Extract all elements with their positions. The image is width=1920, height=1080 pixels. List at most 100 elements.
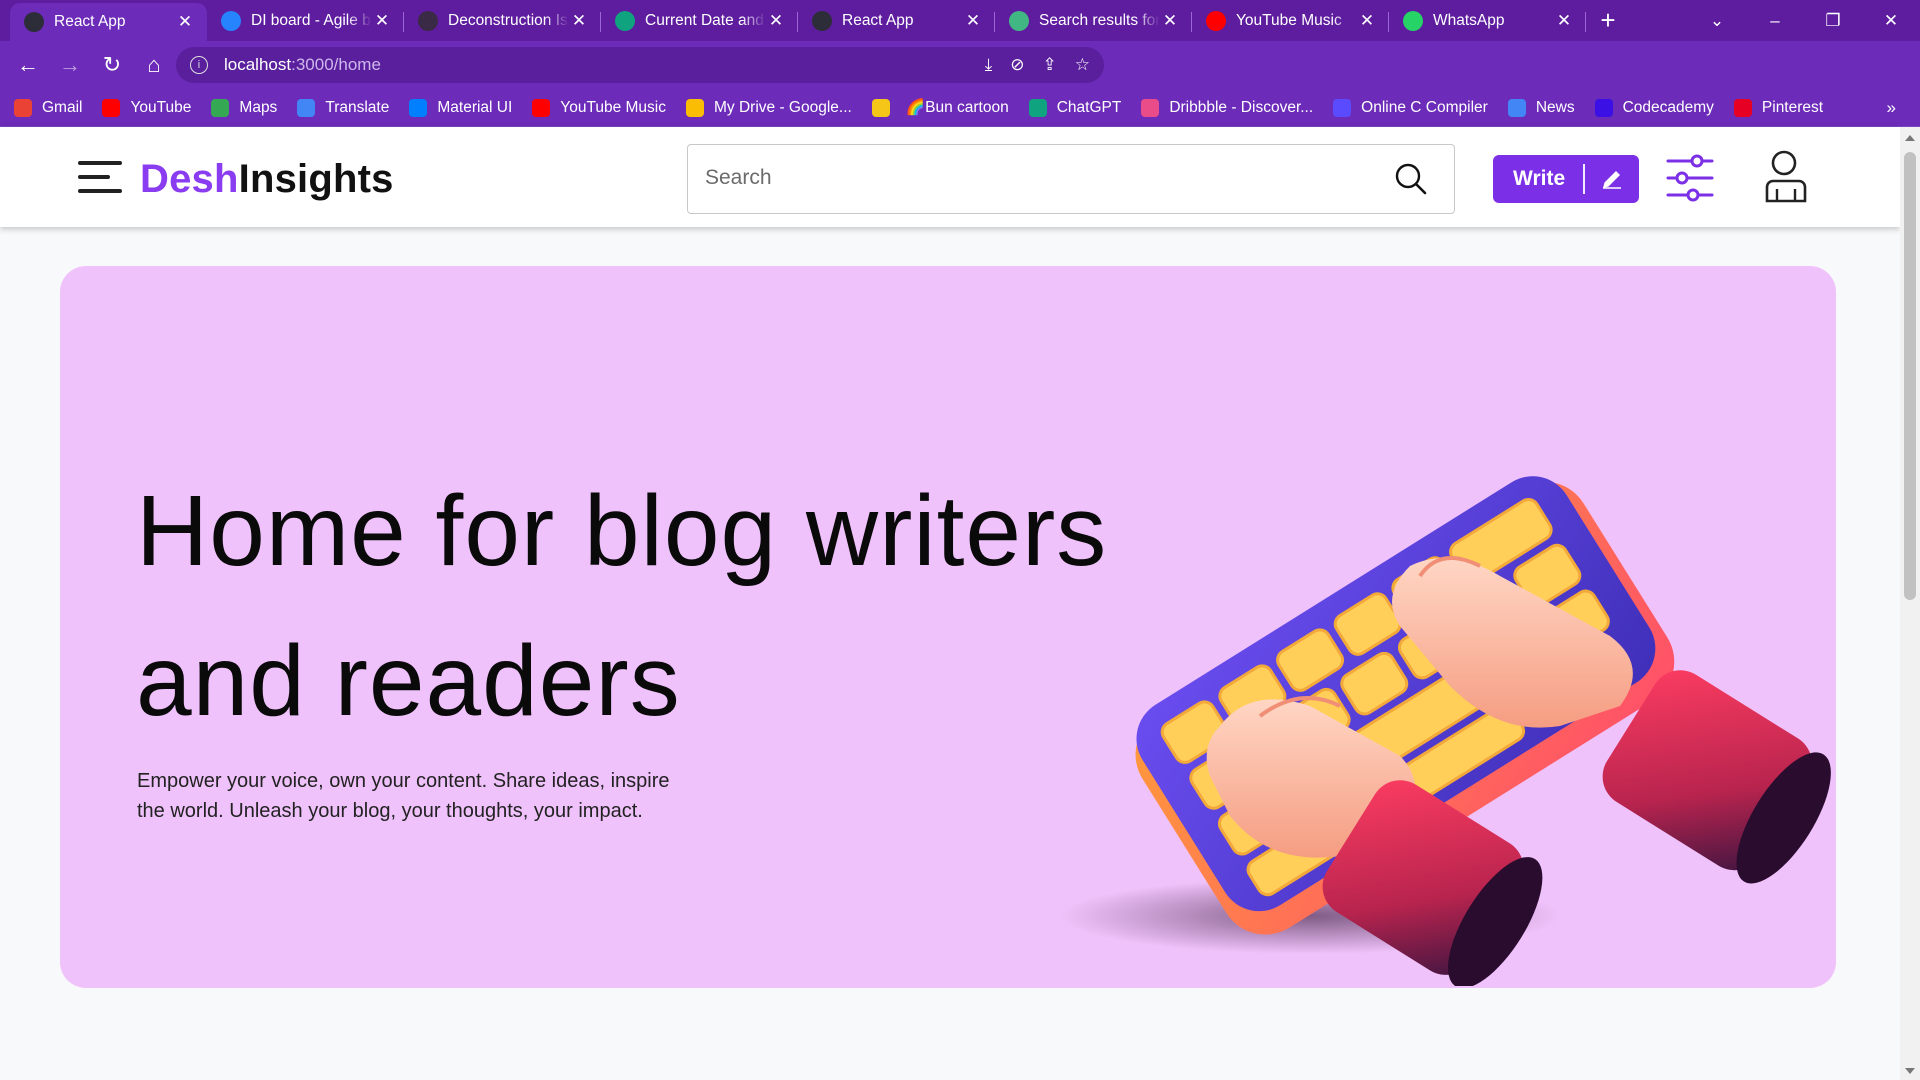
share-icon[interactable]: ⇪ <box>1043 55 1057 75</box>
hamburger-menu-icon[interactable] <box>78 161 122 193</box>
install-app-icon[interactable]: ⤓ <box>985 55 993 75</box>
tracking-protection-icon[interactable]: ⊘ <box>1010 55 1024 75</box>
close-tab-icon[interactable]: ✕ <box>372 11 392 31</box>
forward-button[interactable]: → <box>50 45 90 85</box>
close-tab-icon[interactable]: ✕ <box>1554 11 1574 31</box>
bookmark-item[interactable]: ChatGPT <box>1028 98 1121 117</box>
more-bookmarks-icon[interactable]: » <box>1887 98 1896 118</box>
bookmark-item[interactable]: YouTube Music <box>532 98 666 117</box>
whatsapp-icon <box>1403 10 1423 31</box>
hero-title: Home for blog writers and readers <box>136 475 1108 737</box>
search-icon[interactable] <box>1394 162 1428 196</box>
search-input[interactable] <box>688 145 1368 211</box>
reload-button[interactable]: ↻ <box>92 45 132 85</box>
site-info-icon[interactable]: i <box>190 56 208 74</box>
close-tab-icon[interactable]: ✕ <box>1160 11 1180 31</box>
app-header: DeshInsights Write <box>0 127 1900 227</box>
minimize-button[interactable]: – <box>1746 11 1804 31</box>
close-tab-icon[interactable]: ✕ <box>766 11 786 31</box>
user-account-icon[interactable] <box>1764 149 1808 205</box>
close-window-button[interactable]: ✕ <box>1862 11 1920 31</box>
react-icon <box>812 10 832 31</box>
bookmark-item[interactable]: My Drive - Google... <box>686 98 852 117</box>
bookmark-item[interactable]: Translate <box>297 98 390 117</box>
react-icon <box>24 12 44 32</box>
address-url: localhost:3000/home <box>224 55 381 74</box>
browser-tab[interactable]: Deconstruction Is ✕ <box>404 0 601 41</box>
bookmark-item[interactable] <box>871 98 900 117</box>
bookmark-item[interactable]: 🌈Bun cartoon <box>906 98 1009 117</box>
tab-title: YouTube Music <box>1236 11 1342 29</box>
restore-button[interactable]: ❐ <box>1804 11 1862 31</box>
browser-tab[interactable]: React App ✕ <box>798 0 995 41</box>
bookmark-item[interactable]: Maps <box>211 98 277 117</box>
hero-subtitle: Empower your voice, own your content. Sh… <box>137 770 670 822</box>
bookmark-label: Codecademy <box>1622 98 1714 116</box>
page-scrollbar[interactable] <box>1900 127 1920 1080</box>
home-button[interactable]: ⌂ <box>134 45 174 85</box>
scroll-up-arrow-icon[interactable] <box>1905 135 1915 141</box>
bookmark-favicon-icon <box>1141 98 1160 117</box>
scrollbar-thumb[interactable] <box>1904 152 1916 600</box>
write-button[interactable]: Write <box>1493 155 1639 203</box>
pencil-icon <box>1585 167 1640 191</box>
scroll-down-arrow-icon[interactable] <box>1905 1068 1915 1074</box>
browser-tab[interactable]: WhatsApp ✕ <box>1389 0 1586 41</box>
new-tab-button[interactable]: + <box>1586 0 1630 41</box>
close-tab-icon[interactable]: ✕ <box>175 12 195 32</box>
tab-title: WhatsApp <box>1433 11 1505 29</box>
bookmark-item[interactable]: News <box>1507 98 1575 117</box>
bookmark-favicon-icon <box>14 98 32 117</box>
bookmark-item[interactable]: Gmail <box>14 98 83 117</box>
bookmark-item[interactable]: YouTube <box>102 98 192 117</box>
bookmark-favicon-icon <box>297 98 316 117</box>
bookmarks-bar: Gmail YouTube Maps Translate Material UI YouT… <box>0 89 1920 127</box>
bookmark-item[interactable]: Material UI <box>409 98 512 117</box>
close-tab-icon[interactable]: ✕ <box>1357 11 1377 31</box>
browser-tab[interactable]: React App ✕ <box>10 3 207 41</box>
browser-tab[interactable]: YouTube Music ✕ <box>1192 0 1389 41</box>
bookmark-label: Pinterest <box>1761 98 1824 116</box>
bookmark-item[interactable]: Dribbble - Discover... <box>1141 98 1314 117</box>
bookmark-favicon-icon <box>871 98 890 117</box>
tab-title: Current Date and <box>645 11 764 29</box>
write-button-label: Write <box>1513 167 1566 190</box>
tab-title: DI board - Agile b <box>251 11 371 29</box>
app-logo[interactable]: DeshInsights <box>140 157 394 202</box>
bookmark-label: 🌈Bun cartoon <box>905 99 1009 116</box>
bookmark-item[interactable]: Pinterest <box>1733 98 1824 117</box>
bookmark-item[interactable]: Codecademy <box>1594 98 1714 117</box>
tab-title: Deconstruction Is <box>448 11 568 29</box>
bookmark-label: Gmail <box>42 98 83 116</box>
browser-tab[interactable]: Current Date and ✕ <box>601 0 798 41</box>
filter-sliders-icon[interactable] <box>1665 153 1715 203</box>
bookmark-favicon-icon <box>211 98 230 117</box>
bookmark-favicon-icon <box>1594 98 1613 117</box>
tab-separator <box>1585 12 1586 32</box>
youtube-music-icon <box>1206 10 1226 31</box>
hero-banner: Home for blog writers and readers Empowe… <box>60 266 1836 988</box>
bookmark-label: Translate <box>325 98 390 116</box>
bookmark-item[interactable]: Online C Compiler <box>1333 98 1488 117</box>
browser-tab[interactable]: Search results for ✕ <box>995 0 1192 41</box>
close-tab-icon[interactable]: ✕ <box>963 11 983 31</box>
bookmark-label: Dribbble - Discover... <box>1169 98 1314 116</box>
bookmark-favicon-icon <box>1028 98 1047 117</box>
tab-search-chevron-icon[interactable]: ⌄ <box>1688 11 1746 31</box>
bookmark-favicon-icon <box>686 98 704 117</box>
tab-title: React App <box>842 11 914 29</box>
bookmark-favicon-icon <box>409 98 428 117</box>
bookmark-star-icon[interactable]: ☆ <box>1075 55 1090 75</box>
browser-tab[interactable]: DI board - Agile b ✕ <box>207 0 404 41</box>
jira-icon <box>221 10 241 31</box>
browser-tab-strip: React App ✕ DI board - Agile b ✕ Deconstruct… <box>0 0 1920 41</box>
bookmark-label: YouTube Music <box>560 98 666 116</box>
address-bar[interactable]: i localhost:3000/home ⤓ ⊘ ⇪ ☆ <box>176 47 1104 83</box>
bookmark-label: YouTube <box>130 98 192 116</box>
search-box <box>687 144 1455 214</box>
back-button[interactable]: ← <box>8 45 48 85</box>
browser-toolbar: ← → ↻ ⌂ i localhost:3000/home ⤓ ⊘ ⇪ ☆ ✚☰… <box>0 41 1920 120</box>
close-tab-icon[interactable]: ✕ <box>569 11 589 31</box>
bookmark-label: News <box>1535 98 1575 116</box>
write-button-divider <box>1583 164 1585 194</box>
